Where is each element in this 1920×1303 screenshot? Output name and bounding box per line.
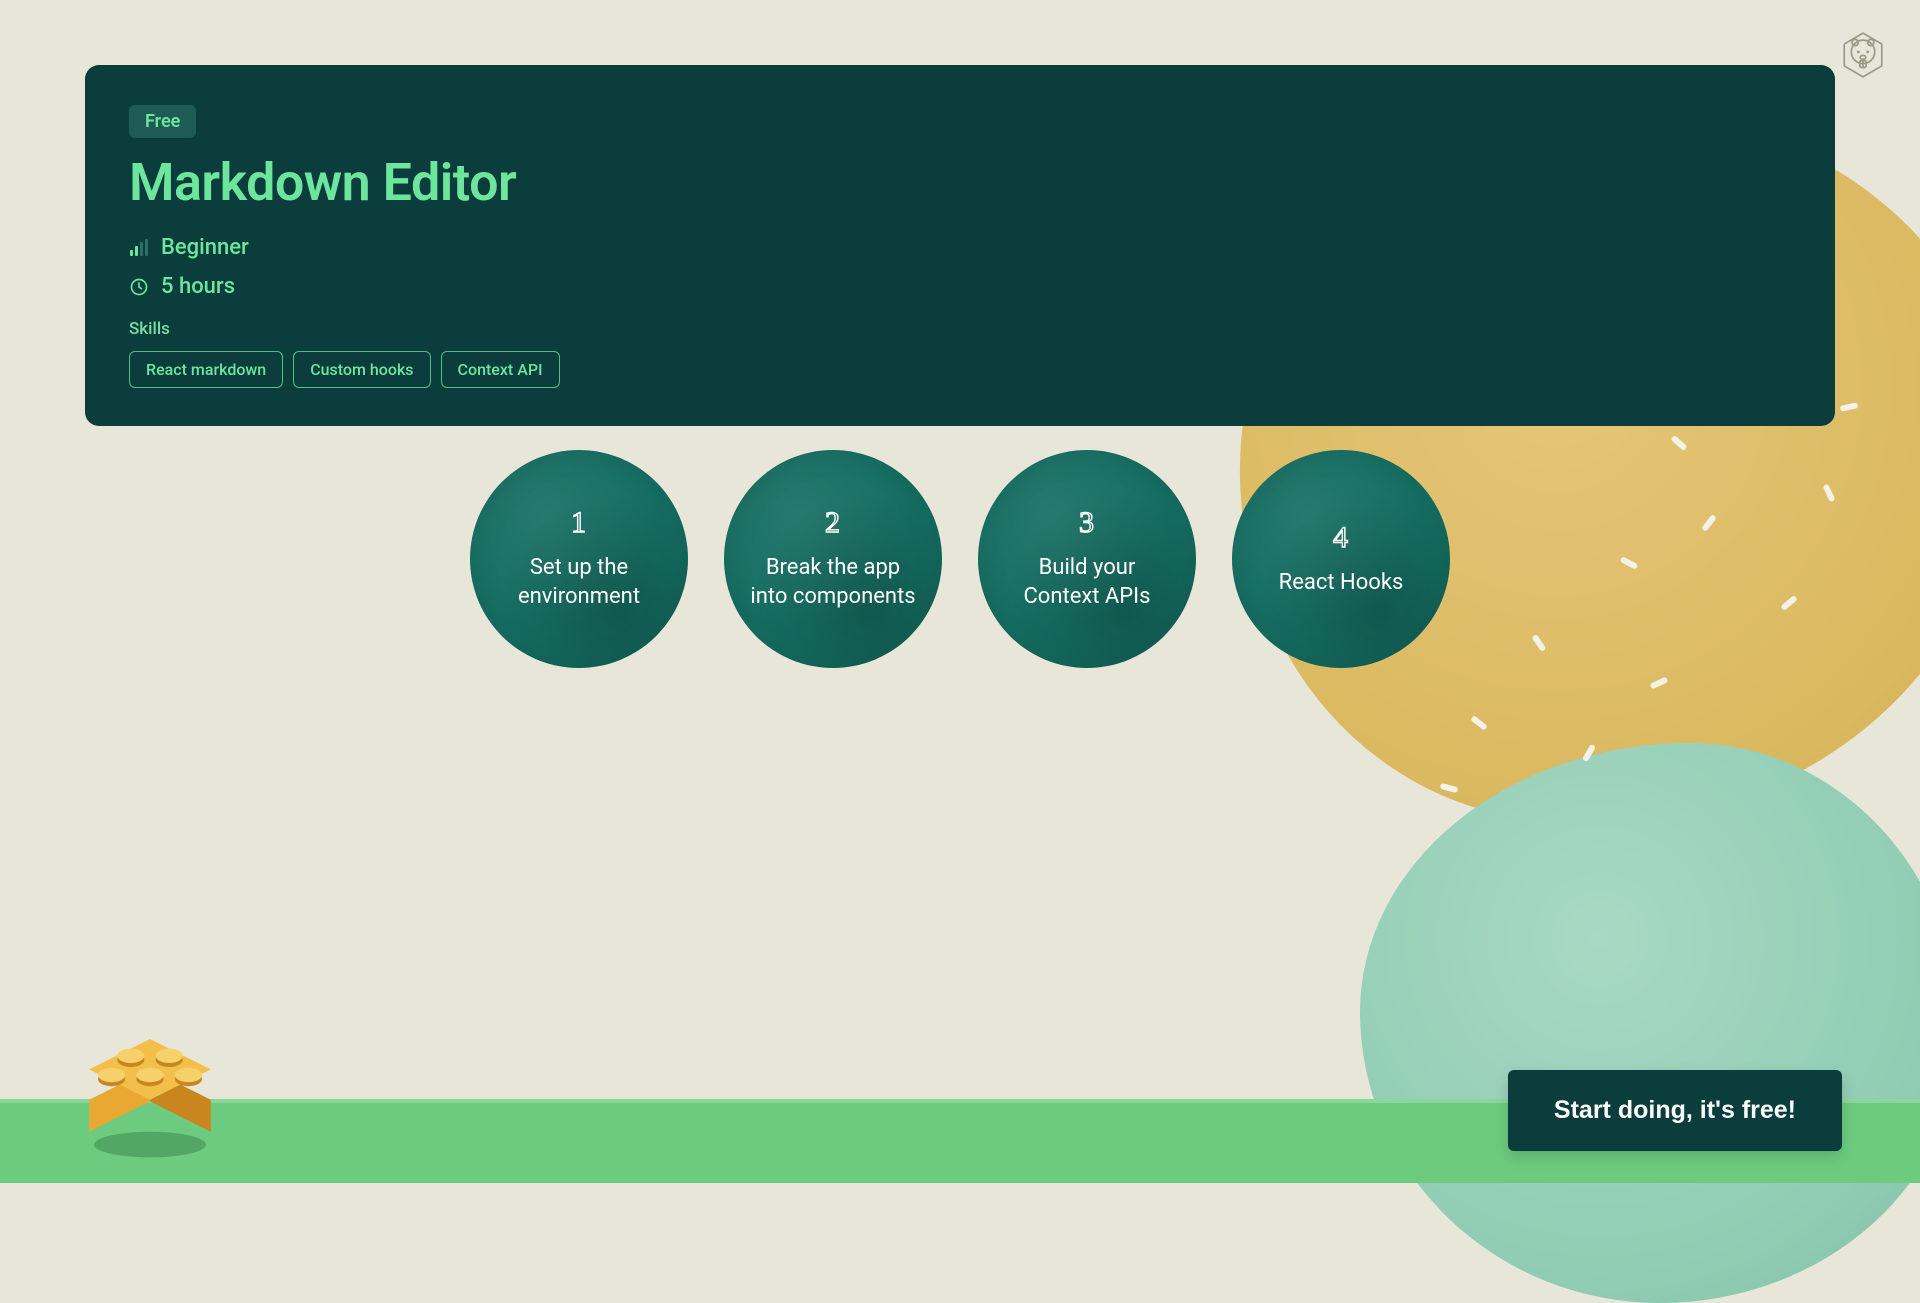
skill-chip-list: React markdown Custom hooks Context API [129, 351, 1791, 388]
bg-blob-mint [1360, 743, 1920, 1303]
skill-chip: React markdown [129, 351, 283, 388]
skill-chip: Context API [441, 351, 560, 388]
course-hero-card: Free Markdown Editor Beginner 5 hours Sk… [85, 65, 1835, 426]
lego-brick-icon [70, 1007, 230, 1167]
step-text: React Hooks [1279, 569, 1404, 598]
step-text: Break the app into components [746, 554, 920, 611]
step-text: Set up the environment [492, 554, 666, 611]
step-3[interactable]: 3 Build your Context APIs [978, 450, 1196, 668]
step-number: 3 [1079, 506, 1095, 540]
step-number: 2 [825, 506, 841, 540]
duration-label: 5 hours [161, 274, 235, 299]
step-text: Build your Context APIs [1000, 554, 1174, 611]
course-title: Markdown Editor [129, 152, 1791, 213]
step-2[interactable]: 2 Break the app into components [724, 450, 942, 668]
step-number: 4 [1333, 521, 1349, 555]
step-4[interactable]: 4 React Hooks [1232, 450, 1450, 668]
course-meta: Beginner 5 hours [129, 235, 1791, 299]
step-number: 1 [571, 506, 587, 540]
clock-icon [129, 277, 149, 297]
step-1[interactable]: 1 Set up the environment [470, 450, 688, 668]
course-steps: 1 Set up the environment 2 Break the app… [0, 450, 1920, 668]
level-bars-icon [129, 238, 149, 258]
level-label: Beginner [161, 235, 249, 260]
duration-row: 5 hours [129, 274, 1791, 299]
price-badge: Free [129, 105, 196, 138]
skills-heading: Skills [129, 319, 1791, 339]
beaver-logo-icon[interactable] [1838, 30, 1888, 80]
start-cta-button[interactable]: Start doing, it's free! [1508, 1070, 1842, 1151]
level-row: Beginner [129, 235, 1791, 260]
skill-chip: Custom hooks [293, 351, 430, 388]
